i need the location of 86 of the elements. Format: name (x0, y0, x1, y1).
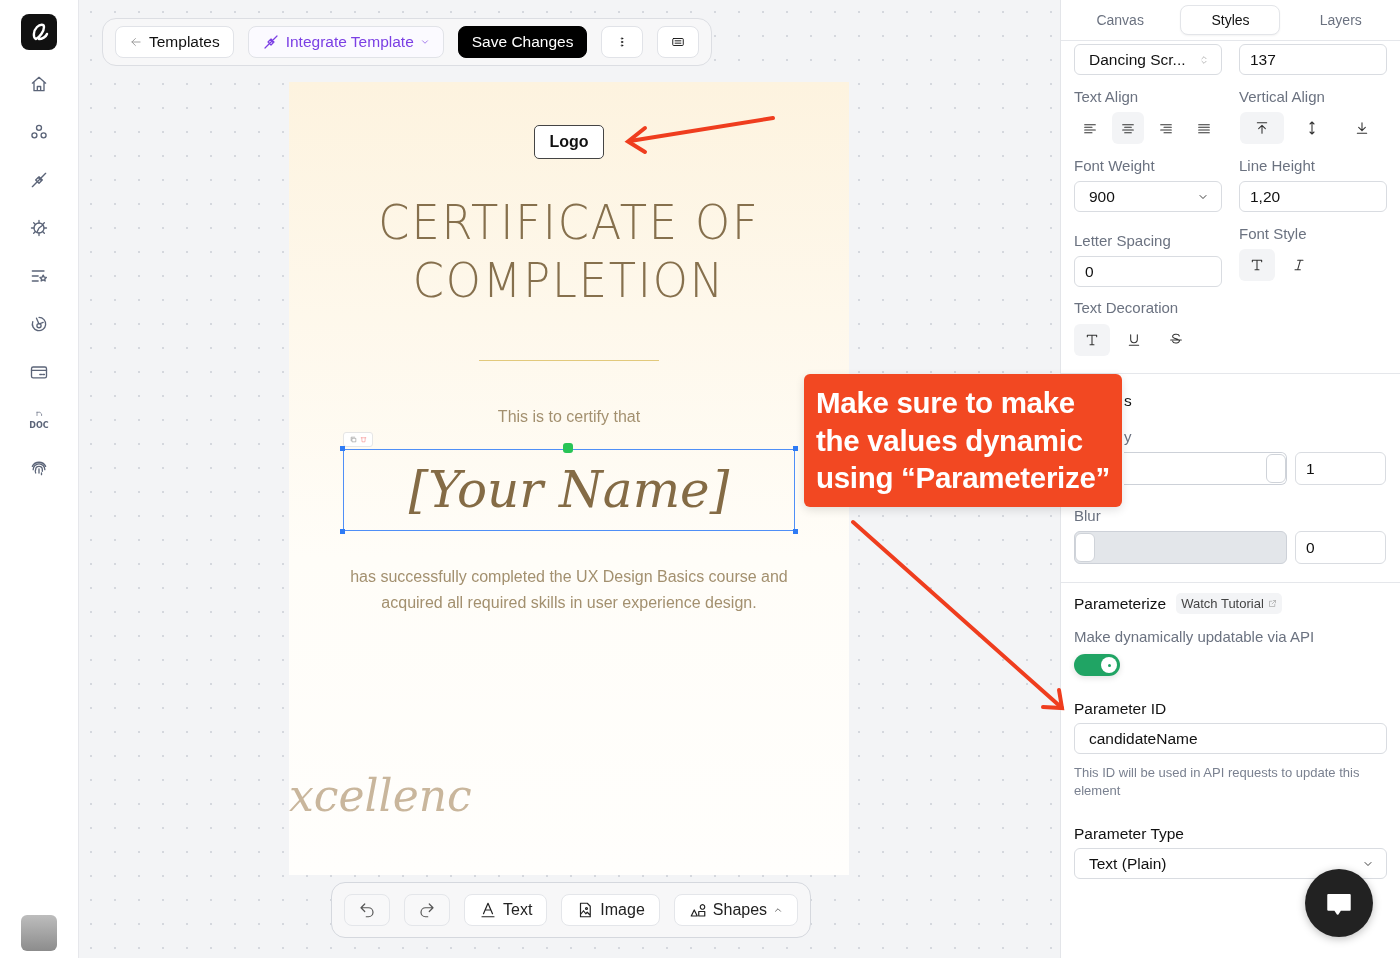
parameter-type-select[interactable]: Text (Plain) (1074, 848, 1387, 879)
certify-text: This is to certify that (497, 408, 641, 426)
slider-value-field[interactable]: 1 (1295, 452, 1386, 485)
resize-handle[interactable] (793, 446, 798, 451)
keyboard-button[interactable] (657, 26, 700, 58)
user-avatar[interactable] (21, 915, 57, 951)
watch-tutorial-link[interactable]: Watch Tutorial (1176, 593, 1282, 614)
logo-placeholder[interactable]: Logo (534, 125, 604, 159)
panel-tab[interactable]: Layers (1290, 5, 1391, 35)
field-label: Line Height (1239, 157, 1316, 174)
pie-chart-icon (29, 314, 49, 334)
resize-handle[interactable] (793, 529, 798, 534)
underline-icon (1126, 332, 1142, 348)
field-label: Font Style (1239, 225, 1308, 242)
chat-button[interactable] (1305, 869, 1373, 937)
text-style-icon (1249, 257, 1265, 273)
center-option-button[interactable] (1112, 112, 1144, 144)
decorative-script-text: xcellenc (289, 770, 472, 821)
completion-text: has successfully completed the UX Design Basics course and acquired all required skills in user experience design. (349, 567, 789, 613)
section-title: Parameterize (1074, 594, 1167, 613)
resize-handle[interactable] (340, 446, 345, 451)
line-height-field[interactable]: 1,20 (1239, 181, 1387, 212)
chevron-up-icon (773, 905, 784, 915)
slider-track[interactable] (1124, 452, 1287, 485)
plug-icon (29, 170, 49, 190)
parameterize-toggle[interactable] (1074, 654, 1120, 676)
panel-tab[interactable]: Styles (1180, 5, 1281, 35)
field-label: Text Align (1074, 88, 1140, 105)
normal-option-button[interactable] (1239, 249, 1275, 281)
redo-button[interactable] (404, 894, 450, 926)
align-bottom-icon (1354, 120, 1370, 136)
undo-button[interactable] (344, 894, 390, 926)
font-family-select[interactable]: Dancing Scr... (1074, 44, 1222, 75)
templates-button[interactable]: Templates (115, 26, 234, 58)
undo-icon (358, 901, 376, 919)
doc-label: DOC (29, 421, 49, 430)
chevron-down-icon (419, 37, 430, 47)
shapes-tool-button[interactable]: Shapes (673, 894, 799, 926)
copy-icon (349, 436, 357, 443)
font-weight-select[interactable]: 900 (1074, 181, 1222, 212)
field-label: Vertical Align (1239, 88, 1326, 105)
shapes-icon (688, 901, 707, 919)
top-option-button[interactable] (1240, 112, 1284, 144)
app-logo[interactable] (21, 14, 57, 50)
panel-tab[interactable]: Canvas (1070, 5, 1171, 35)
letter-spacing-field[interactable]: 0 (1074, 256, 1222, 287)
keyboard-icon (671, 35, 686, 49)
field-label: Parameter Type (1074, 825, 1185, 843)
help-text: This ID will be used in API requests to update this element (1074, 764, 1361, 800)
parameter-id-field[interactable]: candidateName (1074, 723, 1387, 754)
external-link-icon (1267, 599, 1277, 608)
name-placeholder: [Your Name] (408, 461, 730, 519)
text-tool-button[interactable]: Text (464, 894, 548, 926)
field-label: Font Weight (1074, 157, 1156, 174)
gear-icon (29, 218, 49, 238)
slider-thumb[interactable] (1266, 454, 1286, 483)
selected-text-element[interactable]: [Your Name] (343, 449, 795, 531)
callout-note: Make sure to make the values dynamic using “Parameterize” (804, 374, 1122, 507)
save-changes-button[interactable]: Save Changes (457, 26, 588, 58)
slider-thumb[interactable] (1075, 533, 1095, 562)
document-nav-item[interactable]: DOC (19, 400, 59, 440)
slider-value-field[interactable]: 0 (1295, 531, 1386, 564)
slider-track[interactable] (1074, 531, 1287, 564)
resize-handle[interactable] (340, 529, 345, 534)
image-tool-button[interactable]: Image (561, 894, 660, 926)
field-label: Parameter ID (1074, 700, 1168, 718)
integrate-template-button[interactable]: Integrate Template (247, 26, 444, 58)
element-actions[interactable] (343, 432, 373, 447)
back-arrow-icon (129, 35, 143, 49)
align-top-icon (1254, 120, 1270, 136)
certificate-title: CERTIFICATE OF COMPLETION (378, 193, 760, 309)
field-label: Text Decoration (1074, 299, 1180, 316)
text-style-icon (1084, 332, 1100, 348)
redo-icon (418, 901, 436, 919)
home-icon (29, 74, 49, 94)
italic-icon (1291, 257, 1307, 273)
toggle-description: Make dynamically updatable via API (1074, 628, 1316, 645)
slider-label: y (1124, 428, 1132, 445)
section-title: s (1124, 392, 1132, 410)
rotate-handle[interactable] (563, 443, 573, 453)
none-option-button[interactable] (1074, 324, 1110, 356)
field-label: Letter Spacing (1074, 232, 1172, 249)
slider-label: Blur (1074, 507, 1102, 524)
trash-icon (359, 436, 367, 443)
font-size-field[interactable]: 137 (1239, 44, 1387, 75)
text-tool-icon (479, 901, 497, 919)
